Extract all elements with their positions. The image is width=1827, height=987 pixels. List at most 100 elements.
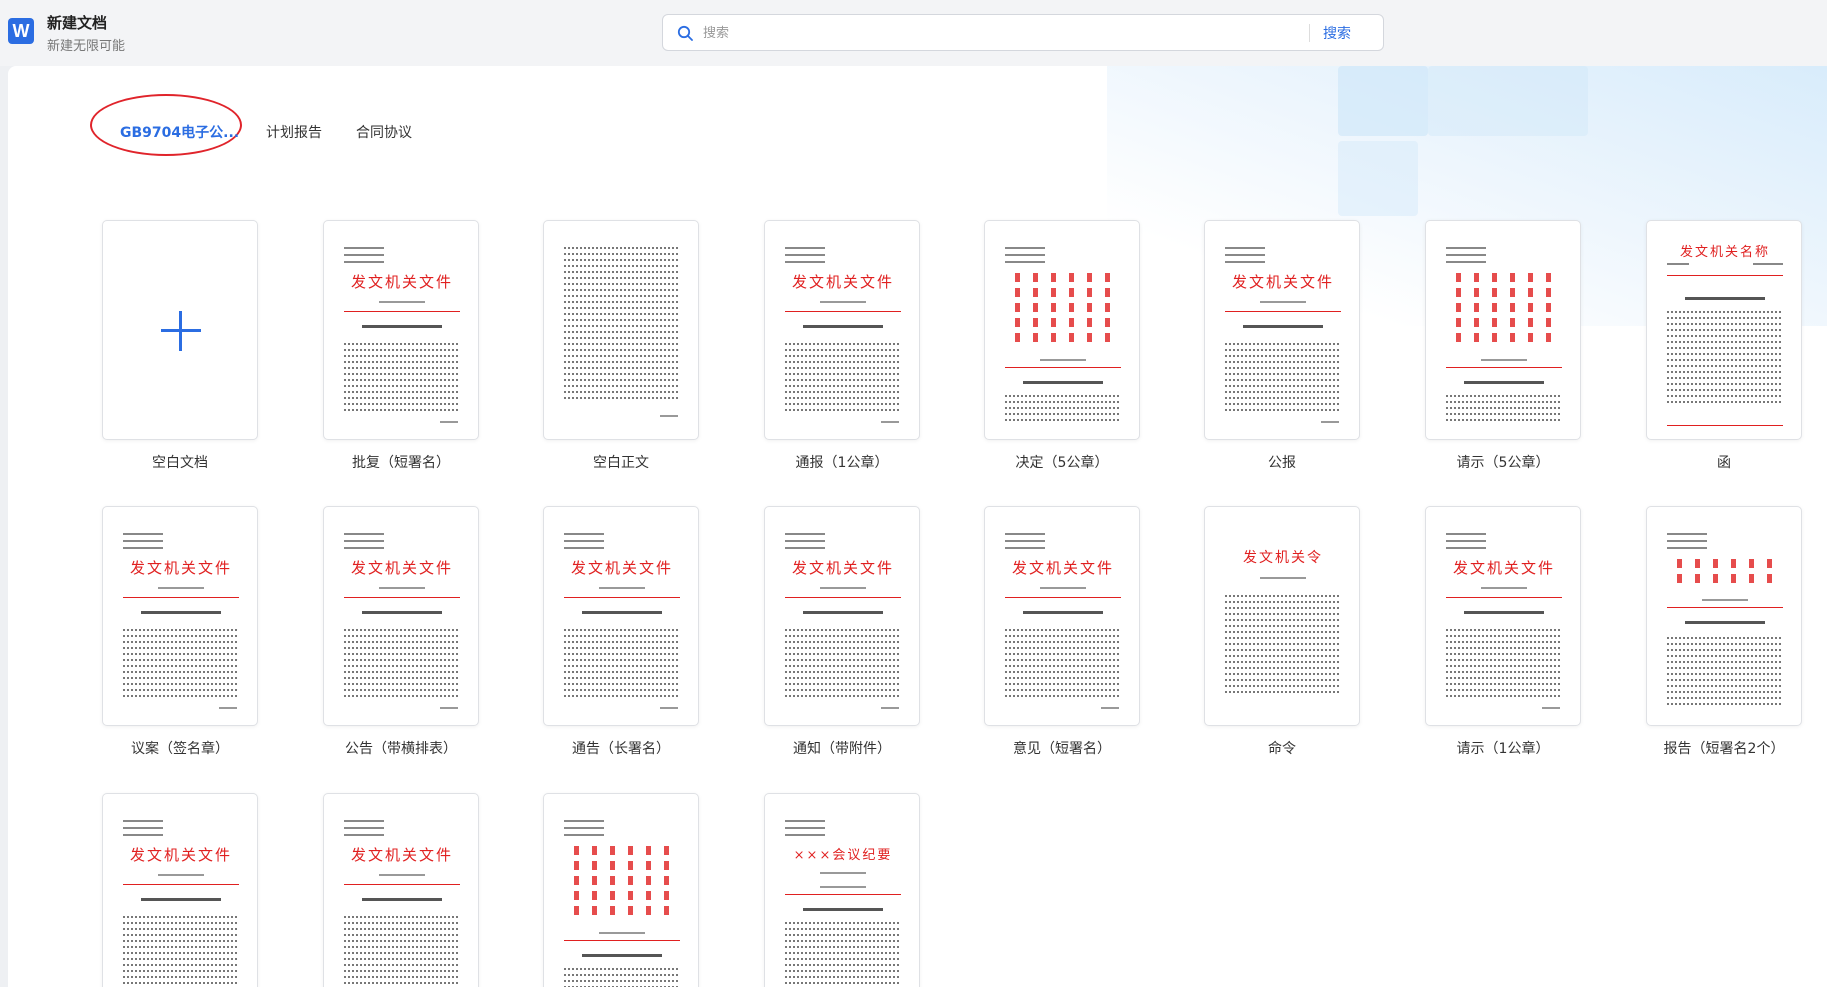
template-label: 意见（短署名） <box>1013 741 1111 757</box>
text-line <box>1667 359 1783 361</box>
text-line <box>785 409 901 411</box>
text-line <box>1446 677 1562 679</box>
text-line <box>1667 540 1707 542</box>
text-line <box>599 932 645 934</box>
title-bar: W 新建文档 新建无限可能 搜索 <box>0 0 1827 66</box>
text-line <box>344 827 384 829</box>
text-line <box>1225 361 1341 363</box>
text-line <box>344 641 460 643</box>
text-line <box>1481 587 1527 589</box>
template-thumbnail <box>543 793 699 987</box>
template-thumbnail: 发文机关文件 <box>323 506 479 726</box>
doc-red-rule <box>344 884 460 885</box>
text-line <box>785 629 901 631</box>
doc-body-text <box>344 629 460 701</box>
text-line <box>564 540 604 542</box>
doc-signature-line <box>1101 707 1119 709</box>
text-line <box>1225 385 1341 387</box>
doc-body-text <box>1225 343 1341 415</box>
search-button[interactable]: 搜索 <box>1323 23 1351 43</box>
text-line <box>564 319 680 321</box>
doc-number-line <box>324 587 478 589</box>
text-line <box>785 659 901 661</box>
doc-title-line <box>362 898 442 901</box>
text-line <box>344 367 460 369</box>
text-line <box>344 361 460 363</box>
doc-title-line <box>803 908 883 911</box>
template-thumbnail: 发文机关文件 <box>764 506 920 726</box>
text-line <box>785 647 901 649</box>
template-label: 议案（签名章） <box>131 741 229 757</box>
text-line <box>1456 303 1552 312</box>
text-line <box>344 403 460 405</box>
text-line <box>1225 349 1341 351</box>
text-line <box>599 587 645 589</box>
text-line <box>123 641 239 643</box>
text-line <box>564 277 680 279</box>
doc-red-rule <box>344 311 460 312</box>
doc-body-text <box>785 343 901 415</box>
text-line <box>1225 637 1341 639</box>
text-line <box>1481 359 1527 361</box>
tab-plan-report[interactable]: 计划报告 <box>266 122 322 142</box>
text-line <box>344 982 460 984</box>
text-line <box>1667 401 1783 403</box>
text-line <box>564 695 680 697</box>
text-line <box>785 922 901 924</box>
text-line <box>123 964 239 966</box>
text-line <box>785 641 901 643</box>
doc-header-meta <box>785 533 825 554</box>
text-line <box>1667 263 1689 265</box>
text-line <box>1225 367 1341 369</box>
tab-contract[interactable]: 合同协议 <box>356 122 412 142</box>
doc-header-meta <box>123 533 163 554</box>
doc-body-text <box>344 343 460 415</box>
doc-signature-line <box>1321 421 1339 423</box>
text-line <box>344 964 460 966</box>
text-line <box>1225 409 1341 411</box>
search-icon <box>677 25 693 41</box>
doc-body-text <box>564 629 680 701</box>
text-line <box>564 307 680 309</box>
doc-body-text <box>1005 629 1121 701</box>
text-line <box>1667 365 1783 367</box>
text-line <box>1446 653 1562 655</box>
text-line <box>564 391 680 393</box>
text-line <box>1446 659 1562 661</box>
category-tabs: GB9704电子公... 计划报告 合同协议 <box>8 66 608 196</box>
text-line <box>1005 671 1121 673</box>
text-line <box>564 337 680 339</box>
text-line <box>564 259 680 261</box>
text-line <box>344 695 460 697</box>
text-line <box>1225 607 1341 609</box>
doc-title-line <box>1464 611 1544 614</box>
doc-red-rule <box>1667 425 1783 426</box>
doc-title-line <box>1023 381 1103 384</box>
doc-title-line <box>362 611 442 614</box>
doc-number-line <box>544 932 698 934</box>
text-line <box>123 647 239 649</box>
text-line <box>1446 401 1562 403</box>
search-input[interactable] <box>703 23 1323 43</box>
tab-gb9704[interactable]: GB9704电子公... <box>120 122 239 142</box>
text-line <box>564 659 680 661</box>
text-line <box>344 247 384 249</box>
doc-issuers-block <box>1677 559 1773 589</box>
text-line <box>1015 273 1111 282</box>
text-line <box>564 379 680 381</box>
text-line <box>785 970 901 972</box>
text-line <box>785 349 901 351</box>
search-box[interactable]: 搜索 <box>662 14 1384 51</box>
decorative-block <box>1338 66 1428 136</box>
doc-number-line <box>765 872 919 874</box>
text-line <box>564 331 680 333</box>
text-line <box>820 301 866 303</box>
doc-red-heading: 发文机关令 <box>1243 550 1323 566</box>
text-line <box>344 385 460 387</box>
template-thumbnail: 发文机关文件 <box>102 793 258 987</box>
text-line <box>1005 653 1121 655</box>
text-line <box>1667 311 1783 313</box>
doc-header-meta <box>1225 247 1265 268</box>
text-line <box>785 683 901 685</box>
doc-signature-line <box>440 707 458 709</box>
